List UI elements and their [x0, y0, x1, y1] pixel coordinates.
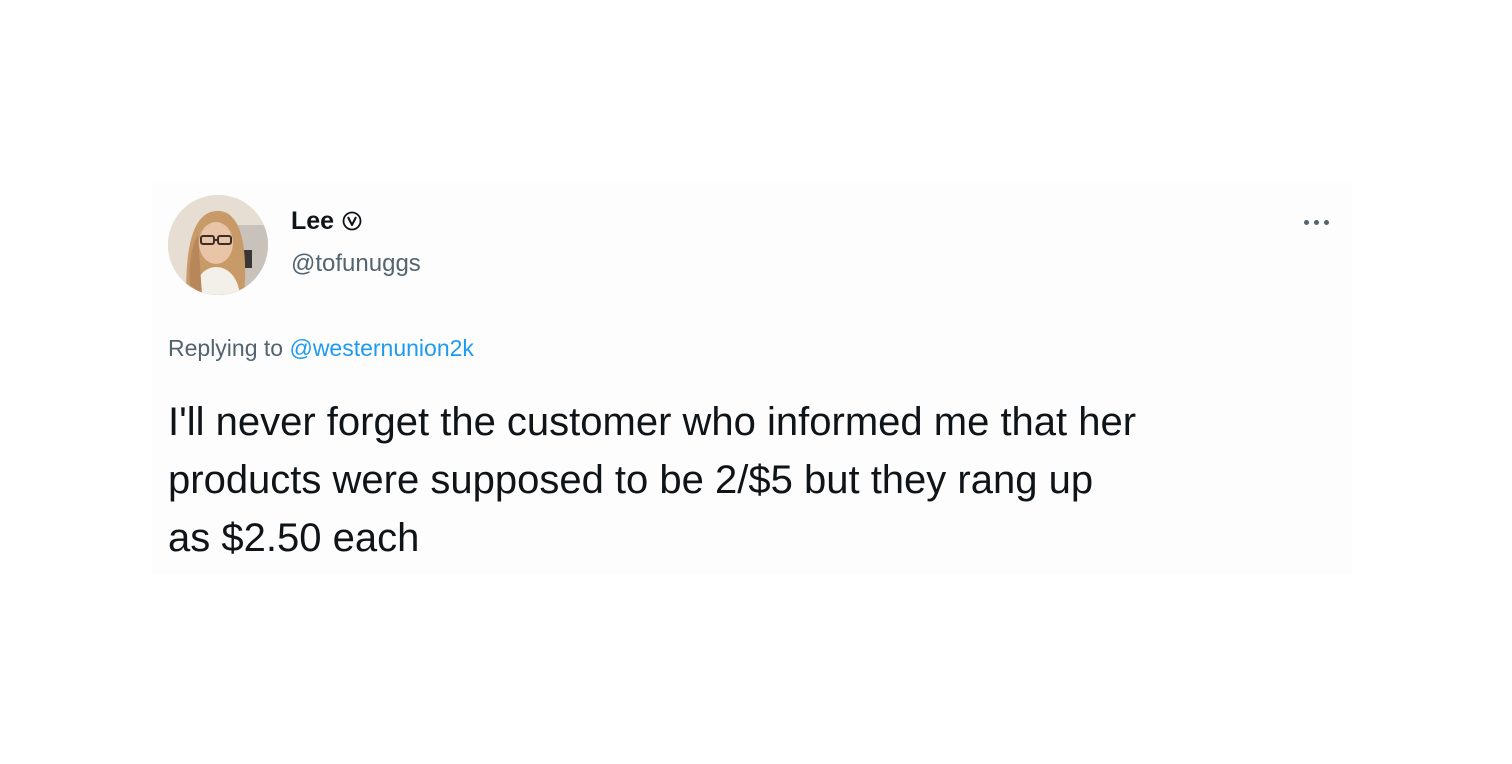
dot: [1313, 219, 1319, 225]
avatar[interactable]: [168, 195, 268, 295]
replying-to-line: Replying to @westernunion2k: [168, 333, 474, 363]
reply-mention-link[interactable]: @westernunion2k: [289, 335, 473, 361]
tweet-text-line: products were supposed to be 2/$5 but th…: [168, 458, 1094, 502]
author-handle[interactable]: @tofunuggs: [291, 249, 421, 279]
dot: [1303, 219, 1309, 225]
tweet-text-line: I'll never forget the customer who infor…: [168, 400, 1137, 444]
author-name-row: Lee: [291, 206, 362, 236]
verified-badge-icon: [342, 211, 362, 231]
tweet-text: I'll never forget the customer who infor…: [168, 393, 1348, 567]
replying-to-label: Replying to: [168, 335, 290, 361]
author-display-name[interactable]: Lee: [291, 206, 334, 236]
profile-photo-icon: [168, 195, 268, 295]
more-options-icon[interactable]: [1298, 212, 1334, 232]
dot: [1323, 219, 1329, 225]
tweet-text-line: as $2.50 each: [168, 516, 420, 560]
